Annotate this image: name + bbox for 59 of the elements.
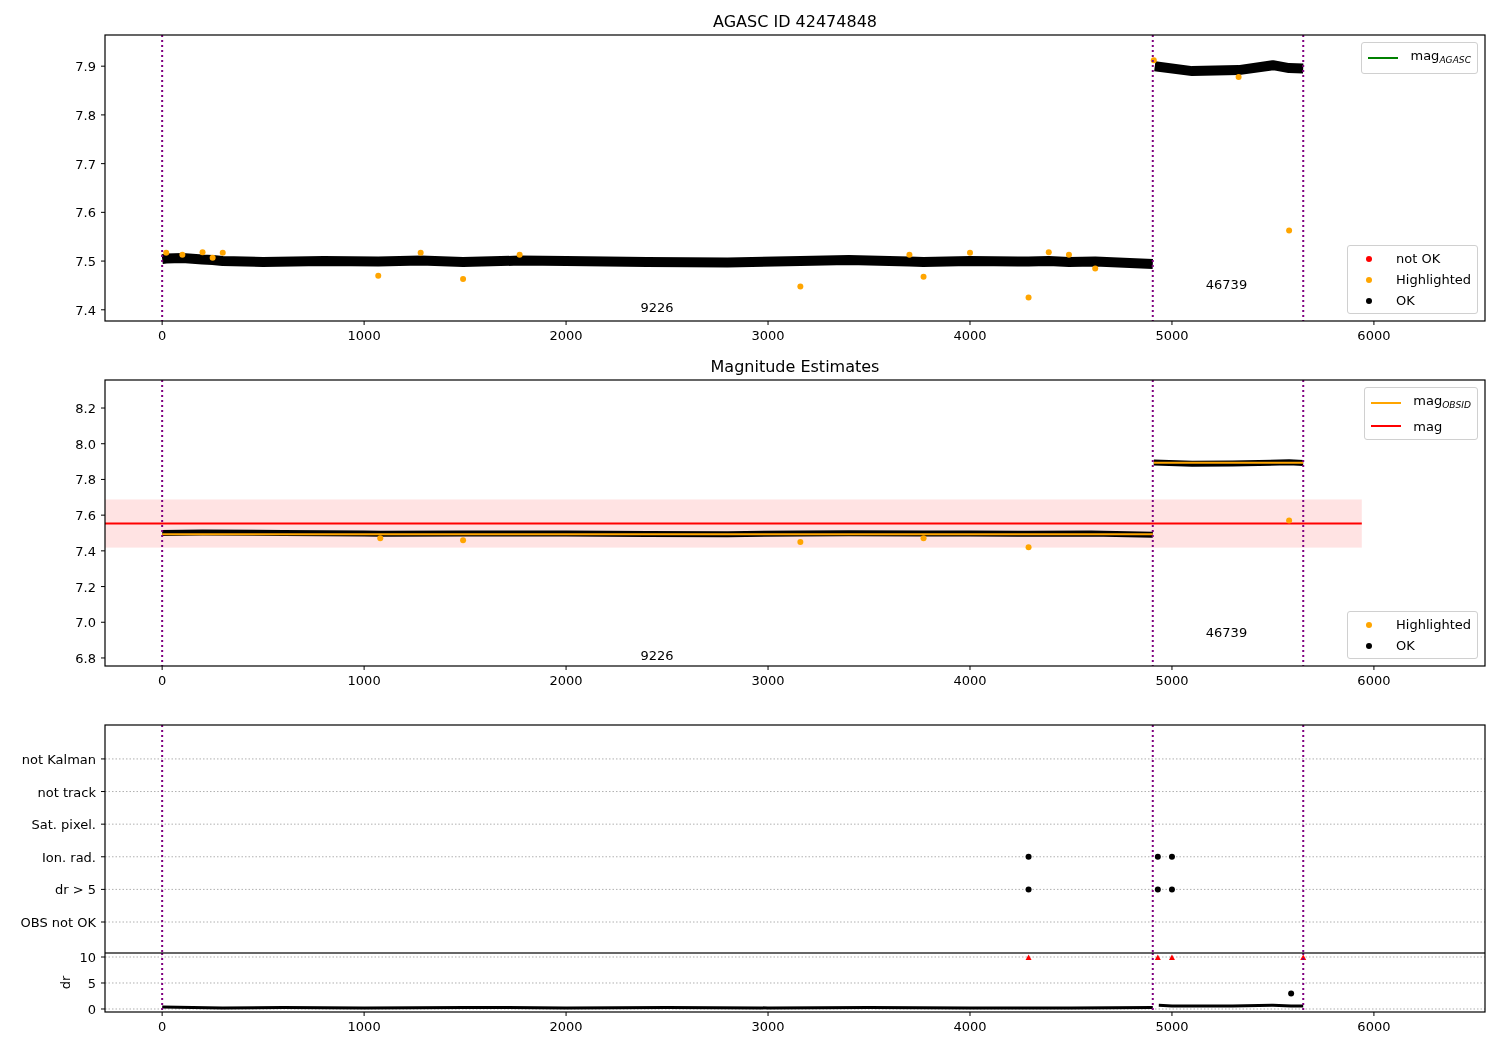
tick-label: 7.8	[75, 472, 96, 488]
legend-label: Highlighted	[1396, 271, 1471, 289]
tick-label: 7.4	[75, 302, 96, 318]
tick-label: 2000	[549, 673, 583, 688]
tick-label: 8.0	[75, 436, 96, 452]
tick-label: not Kalman	[21, 751, 96, 767]
tick-label: 1000	[347, 673, 381, 688]
legend-label: OK	[1396, 637, 1415, 655]
tick-label: 7.2	[75, 579, 96, 595]
tick-label: 0	[158, 328, 167, 343]
tick-label: 7.6	[75, 508, 96, 524]
tick-label: 0	[158, 1019, 167, 1034]
tick-label: dr > 5	[54, 882, 96, 898]
tick-label: 0	[87, 1002, 96, 1017]
tick-label: not track	[37, 784, 96, 800]
legend-label: OK	[1396, 292, 1415, 310]
axis-label: dr	[58, 975, 73, 990]
tick-label: 6000	[1357, 1019, 1391, 1034]
annotation-label: 46739	[1205, 277, 1248, 293]
tick-label: 6000	[1357, 673, 1391, 688]
tick-label: 2000	[549, 328, 583, 343]
tick-label: Ion. rad.	[42, 849, 96, 865]
legend-label: mag	[1413, 417, 1443, 436]
tick-label: 4000	[953, 673, 987, 688]
tick-label: 1000	[347, 1019, 381, 1034]
tick-label: 7.8	[75, 107, 96, 123]
tick-label: 3000	[751, 1019, 785, 1034]
tick-label: 4000	[953, 328, 987, 343]
tick-label: 5	[87, 976, 96, 991]
legend-label: not OK	[1396, 250, 1441, 268]
tick-label: 7.5	[75, 254, 96, 270]
tick-label: 6000	[1357, 328, 1391, 343]
tick-label: 5000	[1155, 328, 1189, 343]
legend-label: mag$_{OBSID}$	[1413, 392, 1471, 412]
legend-label: mag$_{AGASC}$	[1410, 47, 1471, 67]
tick-label: 7.7	[75, 156, 96, 172]
tick-label: 3000	[751, 328, 785, 343]
tick-label: 7.4	[75, 543, 96, 559]
tick-label: 3000	[751, 673, 785, 688]
tick-label: 0	[158, 673, 167, 688]
tick-label: 2000	[549, 1019, 583, 1034]
tick-label: Sat. pixel.	[31, 817, 96, 833]
tick-label: 1000	[347, 328, 381, 343]
tick-label: 4000	[953, 1019, 987, 1034]
chart-title: AGASC ID 42474848	[713, 12, 877, 31]
tick-label: 6.8	[75, 650, 96, 666]
tick-label: 7.9	[75, 59, 96, 75]
annotation-label: 46739	[1205, 625, 1248, 641]
annotation-label: 9226	[640, 647, 674, 663]
tick-label: 5000	[1155, 1019, 1189, 1034]
tick-label: 7.6	[75, 205, 96, 221]
chart-title: Magnitude Estimates	[710, 357, 880, 376]
tick-label: 8.2	[75, 401, 96, 417]
annotation-label: 9226	[640, 300, 674, 316]
tick-label: 5000	[1155, 673, 1189, 688]
legend-label: Highlighted	[1396, 616, 1471, 634]
tick-label: OBS not OK	[20, 915, 96, 930]
tick-label: 10	[79, 953, 96, 965]
tick-label: 7.0	[75, 615, 96, 631]
